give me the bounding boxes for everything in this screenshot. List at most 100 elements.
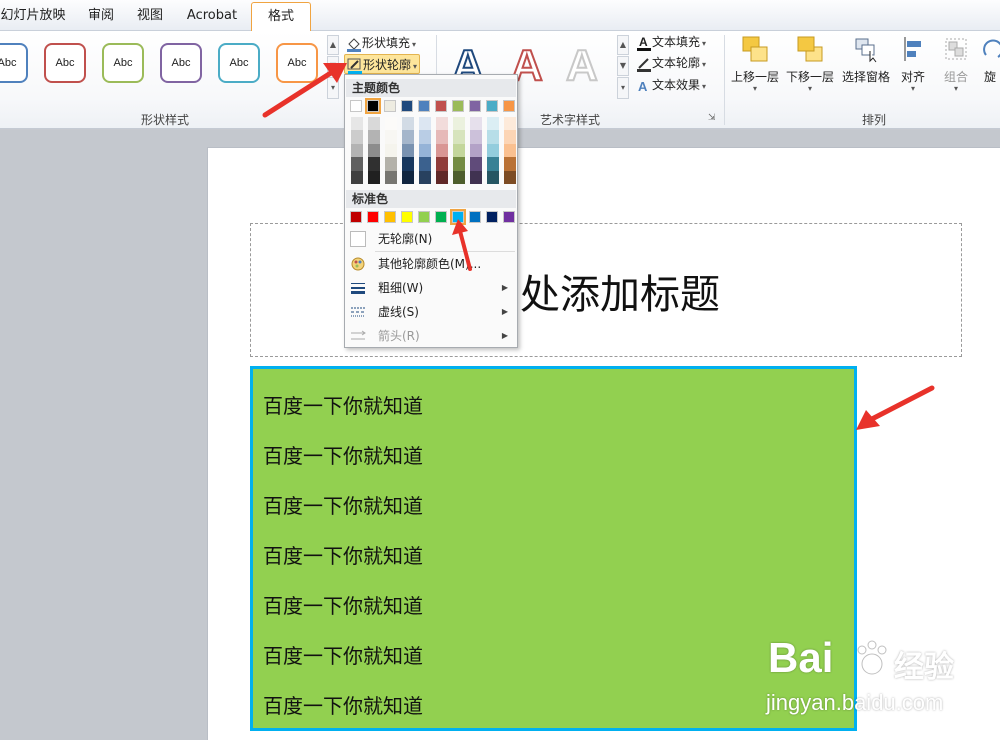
theme-color-swatch[interactable] <box>435 100 447 112</box>
theme-shade-swatch[interactable] <box>470 143 482 158</box>
send-backward-button[interactable]: 下移一层 ▾ <box>783 35 837 93</box>
theme-shade-swatch[interactable] <box>368 117 380 131</box>
standard-color-swatch[interactable] <box>401 211 413 223</box>
theme-shade-swatch[interactable] <box>453 170 465 184</box>
standard-color-swatch[interactable] <box>350 211 362 223</box>
theme-shade-swatch[interactable] <box>385 157 397 171</box>
tab-slideshow[interactable]: 幻灯片放映 <box>0 5 68 27</box>
selection-pane-button[interactable]: 选择窗格 <box>838 35 894 85</box>
text-fill-button[interactable]: A 文本填充 ▾ <box>636 32 706 52</box>
theme-shade-swatch[interactable] <box>504 157 516 171</box>
theme-shade-swatch[interactable] <box>351 170 363 184</box>
theme-shade-swatch[interactable] <box>385 170 397 184</box>
theme-color-swatch[interactable] <box>365 98 381 114</box>
standard-color-swatch[interactable] <box>435 211 447 223</box>
theme-shade-swatch[interactable] <box>470 170 482 184</box>
tab-review[interactable]: 审阅 <box>82 5 120 27</box>
theme-color-swatch[interactable] <box>469 100 481 112</box>
gallery-scroll-up[interactable]: ▲ <box>327 35 339 55</box>
standard-color-swatch[interactable] <box>367 211 379 223</box>
wordart-more-button[interactable]: ▾ <box>617 77 629 99</box>
theme-shade-swatch[interactable] <box>351 143 363 158</box>
shape-style-green[interactable]: Abc <box>102 43 144 83</box>
theme-shade-swatch[interactable] <box>487 130 499 144</box>
theme-shade-swatch[interactable] <box>419 170 431 184</box>
theme-shade-swatch[interactable] <box>436 117 448 131</box>
theme-shade-swatch[interactable] <box>385 143 397 158</box>
wordart-style-gray[interactable]: A <box>565 40 599 91</box>
shape-style-orange[interactable]: Abc <box>276 43 318 83</box>
theme-shade-swatch[interactable] <box>402 143 414 158</box>
theme-shade-swatch[interactable] <box>368 143 380 158</box>
theme-shade-swatch[interactable] <box>385 130 397 144</box>
theme-shade-swatch[interactable] <box>436 143 448 158</box>
theme-shade-swatch[interactable] <box>504 130 516 144</box>
theme-shade-swatch[interactable] <box>487 143 499 158</box>
no-outline-item[interactable]: 无轮廓(N) <box>346 227 516 251</box>
theme-shade-swatch[interactable] <box>368 130 380 144</box>
more-outline-colors-item[interactable]: 其他轮廓颜色(M)... <box>346 252 516 276</box>
shape-style-aqua[interactable]: Abc <box>218 43 260 83</box>
shape-style-red[interactable]: Abc <box>44 43 86 83</box>
theme-color-swatch[interactable] <box>503 100 515 112</box>
theme-color-swatch[interactable] <box>401 100 413 112</box>
shape-style-purple[interactable]: Abc <box>160 43 202 83</box>
theme-shade-swatch[interactable] <box>504 117 516 131</box>
theme-color-swatch[interactable] <box>350 100 362 112</box>
theme-shade-swatch[interactable] <box>453 130 465 144</box>
shape-outline-button[interactable]: 形状轮廓 ▾ <box>344 54 421 74</box>
theme-shade-swatch[interactable] <box>470 130 482 144</box>
gallery-scroll-down[interactable]: ▼ <box>327 56 339 76</box>
theme-shade-swatch[interactable] <box>402 170 414 184</box>
theme-shade-swatch[interactable] <box>470 117 482 131</box>
standard-color-swatch-selected[interactable] <box>450 209 466 225</box>
theme-shade-swatch[interactable] <box>436 130 448 144</box>
standard-color-swatch[interactable] <box>418 211 430 223</box>
shape-style-blue[interactable]: Abc <box>0 43 28 83</box>
tab-acrobat[interactable]: Acrobat <box>180 5 244 27</box>
theme-shade-swatch[interactable] <box>419 143 431 158</box>
theme-shade-swatch[interactable] <box>351 157 363 171</box>
rotate-button[interactable]: 旋 <box>980 35 1000 85</box>
theme-shade-swatch[interactable] <box>487 170 499 184</box>
theme-shade-swatch[interactable] <box>436 170 448 184</box>
theme-color-swatch[interactable] <box>384 100 396 112</box>
tab-format[interactable]: 格式 <box>251 2 311 31</box>
standard-color-swatch[interactable] <box>469 211 481 223</box>
dashes-submenu-item[interactable]: 虚线(S) ▶ <box>346 300 516 324</box>
standard-color-swatch[interactable] <box>503 211 515 223</box>
text-outline-button[interactable]: 文本轮廓 ▾ <box>636 53 706 73</box>
align-button[interactable]: 对齐 ▾ <box>895 35 931 93</box>
theme-shade-swatch[interactable] <box>385 117 397 131</box>
standard-color-swatch[interactable] <box>486 211 498 223</box>
wordart-scroll-up[interactable]: ▲ <box>617 35 629 55</box>
theme-shade-swatch[interactable] <box>453 117 465 131</box>
theme-color-swatch[interactable] <box>418 100 430 112</box>
arrows-submenu-item[interactable]: 箭头(R) ▶ <box>346 324 516 348</box>
shape-fill-button[interactable]: 形状填充 ▾ <box>346 33 416 53</box>
theme-shade-swatch[interactable] <box>351 130 363 144</box>
theme-color-swatch[interactable] <box>486 100 498 112</box>
theme-shade-swatch[interactable] <box>368 157 380 171</box>
theme-shade-swatch[interactable] <box>504 170 516 184</box>
tab-view[interactable]: 视图 <box>131 5 169 27</box>
theme-shade-swatch[interactable] <box>402 117 414 131</box>
theme-shade-swatch[interactable] <box>402 157 414 171</box>
theme-shade-swatch[interactable] <box>419 117 431 131</box>
wordart-scroll-down[interactable]: ▼ <box>617 56 629 76</box>
theme-shade-swatch[interactable] <box>351 117 363 131</box>
group-button[interactable]: 组合 ▾ <box>938 35 974 93</box>
theme-shade-swatch[interactable] <box>453 157 465 171</box>
theme-shade-swatch[interactable] <box>453 143 465 158</box>
theme-shade-swatch[interactable] <box>470 157 482 171</box>
gallery-more-button[interactable]: ▾ <box>327 77 339 99</box>
theme-shade-swatch[interactable] <box>487 117 499 131</box>
dialog-launcher-icon[interactable]: ⇲ <box>708 113 716 123</box>
theme-shade-swatch[interactable] <box>419 157 431 171</box>
theme-shade-swatch[interactable] <box>436 157 448 171</box>
standard-color-swatch[interactable] <box>384 211 396 223</box>
theme-shade-swatch[interactable] <box>402 130 414 144</box>
theme-shade-swatch[interactable] <box>368 170 380 184</box>
theme-shade-swatch[interactable] <box>419 130 431 144</box>
theme-shade-swatch[interactable] <box>504 143 516 158</box>
